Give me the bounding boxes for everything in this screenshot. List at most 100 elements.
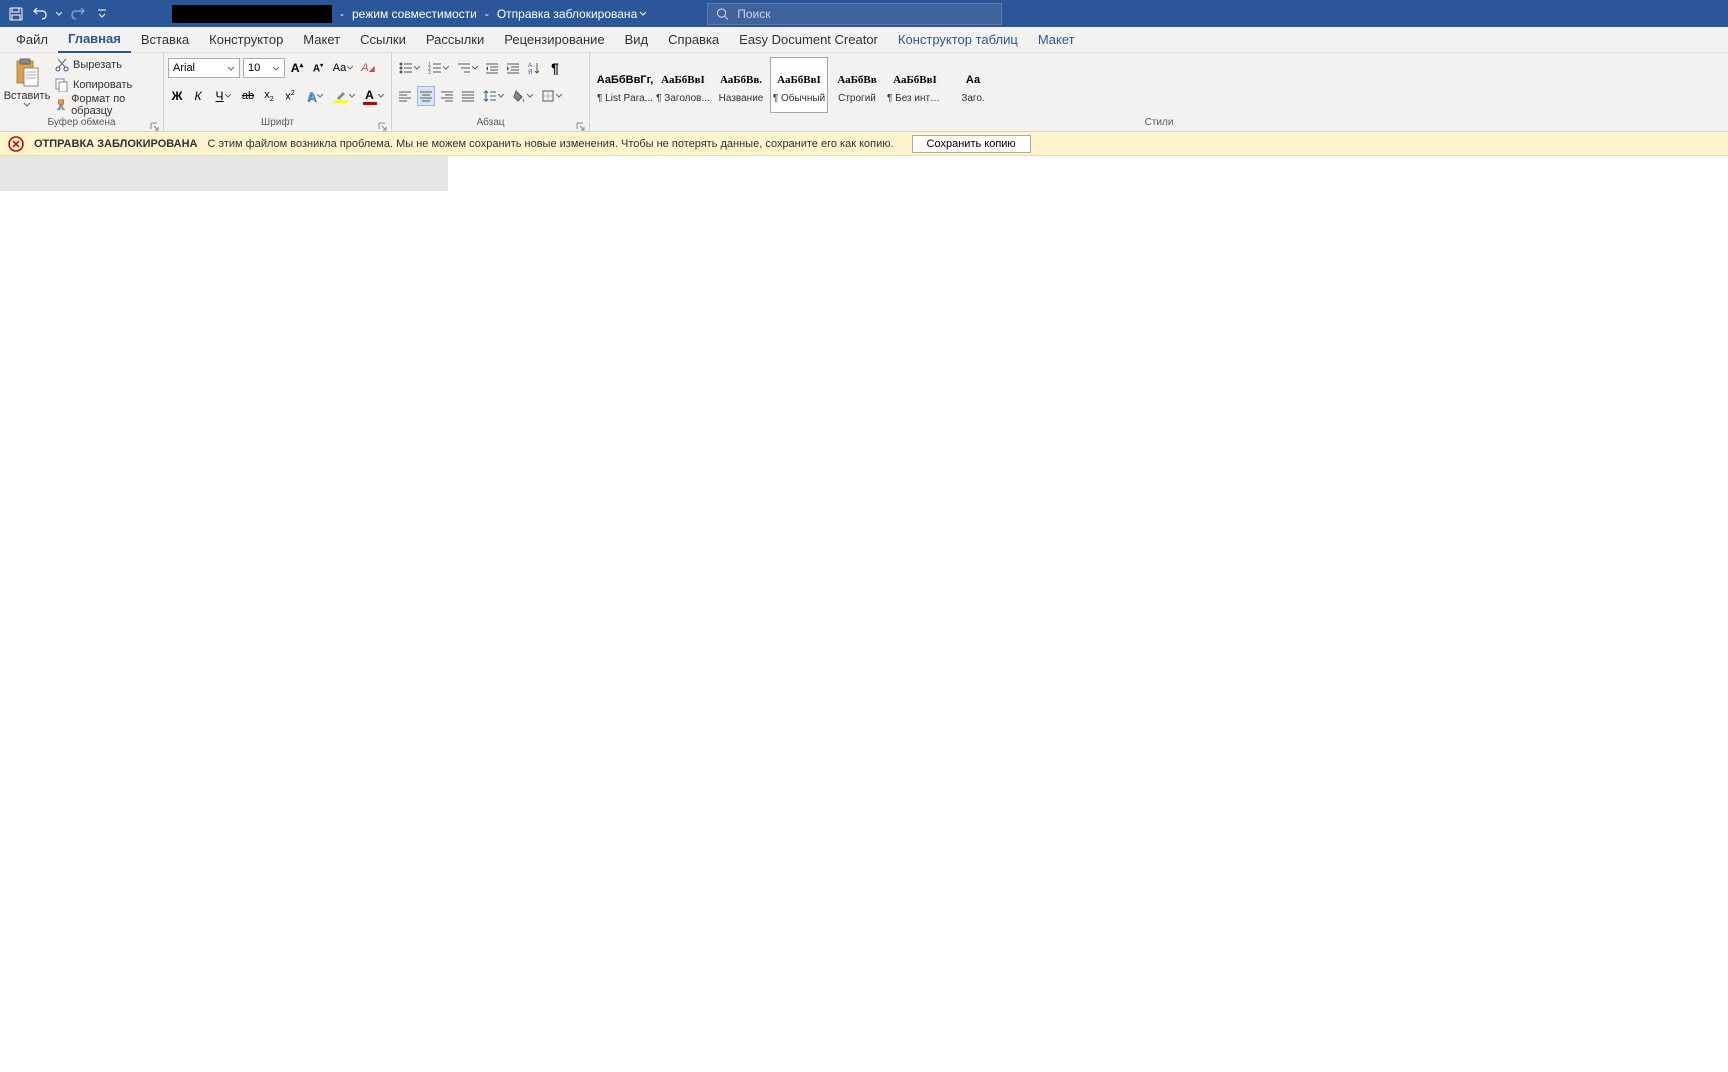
style-preview: АаБбВвГг, xyxy=(597,67,654,93)
underline-button[interactable]: Ч xyxy=(210,86,236,106)
style-item-3[interactable]: АаБбВвІ¶ Обычный xyxy=(770,57,828,113)
tab-insert[interactable]: Вставка xyxy=(131,27,199,53)
search-input[interactable] xyxy=(737,7,993,21)
group-label-clipboard: Буфер обмена xyxy=(0,117,163,131)
align-left-button[interactable] xyxy=(396,86,414,106)
tab-view[interactable]: Вид xyxy=(615,27,659,53)
undo-dropdown[interactable] xyxy=(54,4,64,24)
text-effects-button[interactable]: A xyxy=(302,86,328,106)
group-font: Arial 10 A▴ A▾ Aa A◢ Ж К Ч ab xyxy=(164,53,392,131)
subscript-button[interactable]: x2 xyxy=(260,86,278,106)
chevron-down-icon xyxy=(527,94,533,98)
search-box[interactable] xyxy=(707,3,1002,25)
font-launcher[interactable] xyxy=(377,118,389,130)
qat-customize[interactable] xyxy=(92,4,112,24)
separator: - xyxy=(340,7,344,21)
tab-layout[interactable]: Макет xyxy=(293,27,350,53)
copy-button[interactable]: Копировать xyxy=(52,76,159,94)
align-center-icon xyxy=(419,90,433,102)
tab-design[interactable]: Конструктор xyxy=(199,27,293,53)
bullets-button[interactable] xyxy=(396,58,422,78)
tab-review[interactable]: Рецензирование xyxy=(494,27,614,53)
warning-message: С этим файлом возникла проблема. Мы не м… xyxy=(208,138,894,150)
change-case-button[interactable]: Aa xyxy=(330,58,356,78)
multilevel-list-button[interactable] xyxy=(454,58,480,78)
show-marks-button[interactable]: ¶ xyxy=(546,58,564,78)
font-name-combo[interactable]: Arial xyxy=(168,58,240,78)
title-bar: - режим совместимости - Отправка заблоки… xyxy=(0,0,1728,27)
highlight-button[interactable] xyxy=(331,86,357,106)
style-preview: АаБбВвІ xyxy=(893,67,937,93)
ribbon-tabs: Файл Главная Вставка Конструктор Макет С… xyxy=(0,27,1728,53)
undo-button[interactable] xyxy=(30,4,50,24)
save-copy-button[interactable]: Сохранить копию xyxy=(912,135,1031,153)
font-size-combo[interactable]: 10 xyxy=(243,58,285,78)
copy-label: Копировать xyxy=(73,79,132,91)
align-center-button[interactable] xyxy=(417,86,435,106)
clipboard-launcher[interactable] xyxy=(149,118,161,130)
strikethrough-button[interactable]: ab xyxy=(239,86,257,106)
upload-blocked-dropdown[interactable]: Отправка заблокирована xyxy=(497,7,647,21)
tab-home[interactable]: Главная xyxy=(58,27,131,53)
tab-table-design[interactable]: Конструктор таблиц xyxy=(888,27,1028,53)
chevron-down-icon xyxy=(23,102,31,107)
justify-button[interactable] xyxy=(459,86,477,106)
tab-help[interactable]: Справка xyxy=(658,27,729,53)
clear-formatting-button[interactable]: A◢ xyxy=(359,58,377,78)
font-color-button[interactable]: A xyxy=(360,86,386,106)
chevron-down-icon xyxy=(443,66,449,70)
style-name: Заго. xyxy=(945,93,1001,104)
tab-file[interactable]: Файл xyxy=(6,27,58,53)
style-preview: АаБбВв. xyxy=(720,67,762,93)
style-item-4[interactable]: АаБбВвСтрогий xyxy=(828,57,886,113)
warning-title: ОТПРАВКА ЗАБЛОКИРОВАНА xyxy=(34,138,198,150)
sort-button[interactable]: АЯ xyxy=(525,58,543,78)
italic-button[interactable]: К xyxy=(189,86,207,106)
redo-button[interactable] xyxy=(68,4,88,24)
sort-icon: АЯ xyxy=(527,61,541,75)
shrink-font-button[interactable]: A▾ xyxy=(309,58,327,78)
group-label-font: Шрифт xyxy=(164,117,391,131)
shading-button[interactable] xyxy=(509,86,535,106)
style-item-6[interactable]: АаЗаго. xyxy=(944,57,1002,113)
group-paragraph: 123 АЯ ¶ Абзац xyxy=(392,53,590,131)
style-item-1[interactable]: АаБбВвІ¶ Заголов... xyxy=(654,57,712,113)
increase-indent-button[interactable] xyxy=(504,58,522,78)
style-item-2[interactable]: АаБбВв.Название xyxy=(712,57,770,113)
change-case-label: Aa xyxy=(333,62,346,74)
scissors-icon xyxy=(55,58,69,72)
borders-button[interactable] xyxy=(538,86,564,106)
style-name: ¶ Заголов... xyxy=(655,93,711,104)
align-right-button[interactable] xyxy=(438,86,456,106)
align-right-icon xyxy=(440,90,454,102)
document-page[interactable] xyxy=(448,156,1728,1072)
decrease-indent-button[interactable] xyxy=(483,58,501,78)
tab-references[interactable]: Ссылки xyxy=(350,27,416,53)
chevron-down-icon xyxy=(347,66,353,70)
tab-edc[interactable]: Easy Document Creator xyxy=(729,27,888,53)
paste-button[interactable]: Вставить xyxy=(4,56,50,107)
ribbon: Вставить Вырезать Копировать Формат по о… xyxy=(0,53,1728,132)
tab-mailings[interactable]: Рассылки xyxy=(416,27,494,53)
highlighter-icon xyxy=(335,90,347,100)
save-button[interactable] xyxy=(6,4,26,24)
style-item-5[interactable]: АаБбВвІ¶ Без инте... xyxy=(886,57,944,113)
cut-button[interactable]: Вырезать xyxy=(52,56,159,74)
style-item-0[interactable]: АаБбВвГг,¶ List Para... xyxy=(596,57,654,113)
chevron-down-icon xyxy=(378,94,384,98)
chevron-down-icon xyxy=(225,94,231,98)
chevron-down-icon xyxy=(639,11,647,16)
paragraph-launcher[interactable] xyxy=(575,118,587,130)
line-spacing-button[interactable] xyxy=(480,86,506,106)
superscript-button[interactable]: x2 xyxy=(281,86,299,106)
bold-button[interactable]: Ж xyxy=(168,86,186,106)
svg-text:Я: Я xyxy=(528,70,532,75)
style-preview: АаБбВвІ xyxy=(777,67,821,93)
format-painter-button[interactable]: Формат по образцу xyxy=(52,96,159,114)
indent-icon xyxy=(506,62,520,74)
numbering-button[interactable]: 123 xyxy=(425,58,451,78)
paintbrush-icon xyxy=(55,98,67,112)
justify-icon xyxy=(461,90,475,102)
grow-font-button[interactable]: A▴ xyxy=(288,58,306,78)
tab-table-layout[interactable]: Макет xyxy=(1028,27,1085,53)
